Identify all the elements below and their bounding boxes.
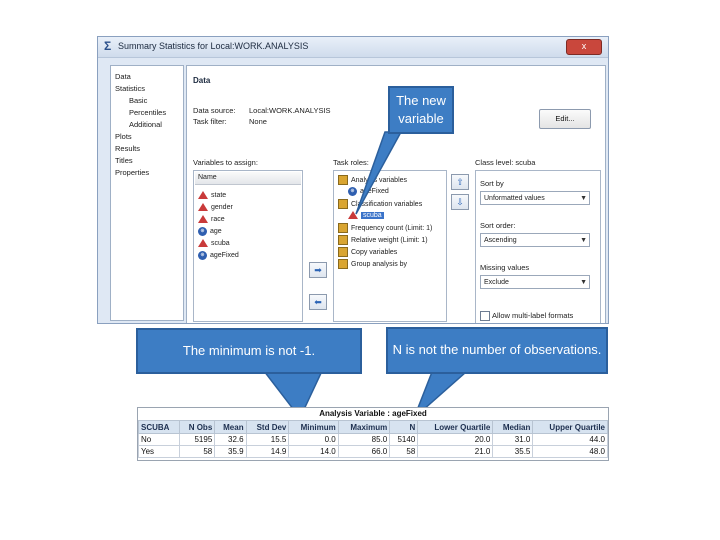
col-header-scuba: SCUBA	[137, 420, 181, 434]
stats-table: SCUBA N Obs Mean Std Dev Minimum Maximum…	[137, 420, 608, 458]
results-table: Analysis Variable : ageFixed SCUBA N Obs…	[137, 407, 609, 461]
col-header-nobs: N Obs	[179, 420, 216, 434]
callout-new-variable: The new variable	[388, 86, 454, 134]
col-header-upper-quartile: Upper Quartile	[532, 420, 608, 434]
table-row: No 5195 32.6 15.5 0.0 85.0 5140 20.0 31.…	[137, 433, 608, 446]
col-header-minimum: Minimum	[288, 420, 339, 434]
table-row: Yes 58 35.9 14.9 14.0 66.0 58 21.0 35.5 …	[137, 445, 608, 458]
col-header-median: Median	[492, 420, 534, 434]
col-header-n: N	[389, 420, 419, 434]
col-header-lower-quartile: Lower Quartile	[417, 420, 494, 434]
callout-n-obs: N is not the number of observations.	[386, 327, 608, 374]
col-header-mean: Mean	[214, 420, 247, 434]
table-caption: Analysis Variable : ageFixed	[319, 409, 427, 418]
col-header-stddev: Std Dev	[245, 420, 290, 434]
col-header-maximum: Maximum	[337, 420, 391, 434]
callout-pointer-new-variable	[355, 131, 403, 215]
table-header-row: SCUBA N Obs Mean Std Dev Minimum Maximum…	[137, 420, 608, 434]
callout-minimum: The minimum is not -1.	[136, 328, 362, 374]
